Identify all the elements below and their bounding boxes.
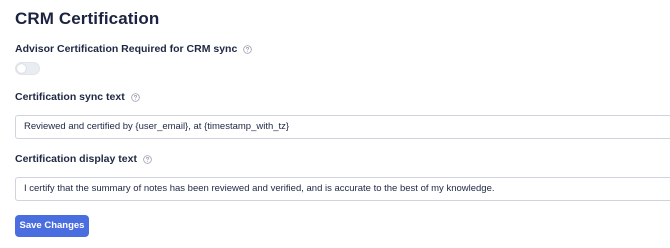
- certification-required-toggle[interactable]: [15, 62, 40, 75]
- display-text-input[interactable]: I certify that the summary of notes has …: [15, 177, 670, 201]
- certification-required-label-text: Advisor Certification Required for CRM s…: [15, 43, 238, 55]
- question-circle-icon[interactable]: [130, 92, 140, 102]
- sync-text-label: Certification sync text: [15, 91, 140, 103]
- question-circle-icon[interactable]: [143, 154, 152, 164]
- certification-required-label: Advisor Certification Required for CRM s…: [15, 43, 253, 55]
- question-circle-icon[interactable]: [243, 44, 253, 54]
- display-text-label: Certification display text: [15, 153, 152, 165]
- sync-text-label-text: Certification sync text: [15, 91, 125, 103]
- sync-text-input[interactable]: Reviewed and certified by {user_email}, …: [15, 115, 670, 139]
- display-text-label-text: Certification display text: [15, 153, 137, 165]
- toggle-knob: [17, 64, 26, 73]
- save-changes-button[interactable]: Save Changes: [15, 215, 89, 237]
- page-title: CRM Certification: [15, 9, 160, 28]
